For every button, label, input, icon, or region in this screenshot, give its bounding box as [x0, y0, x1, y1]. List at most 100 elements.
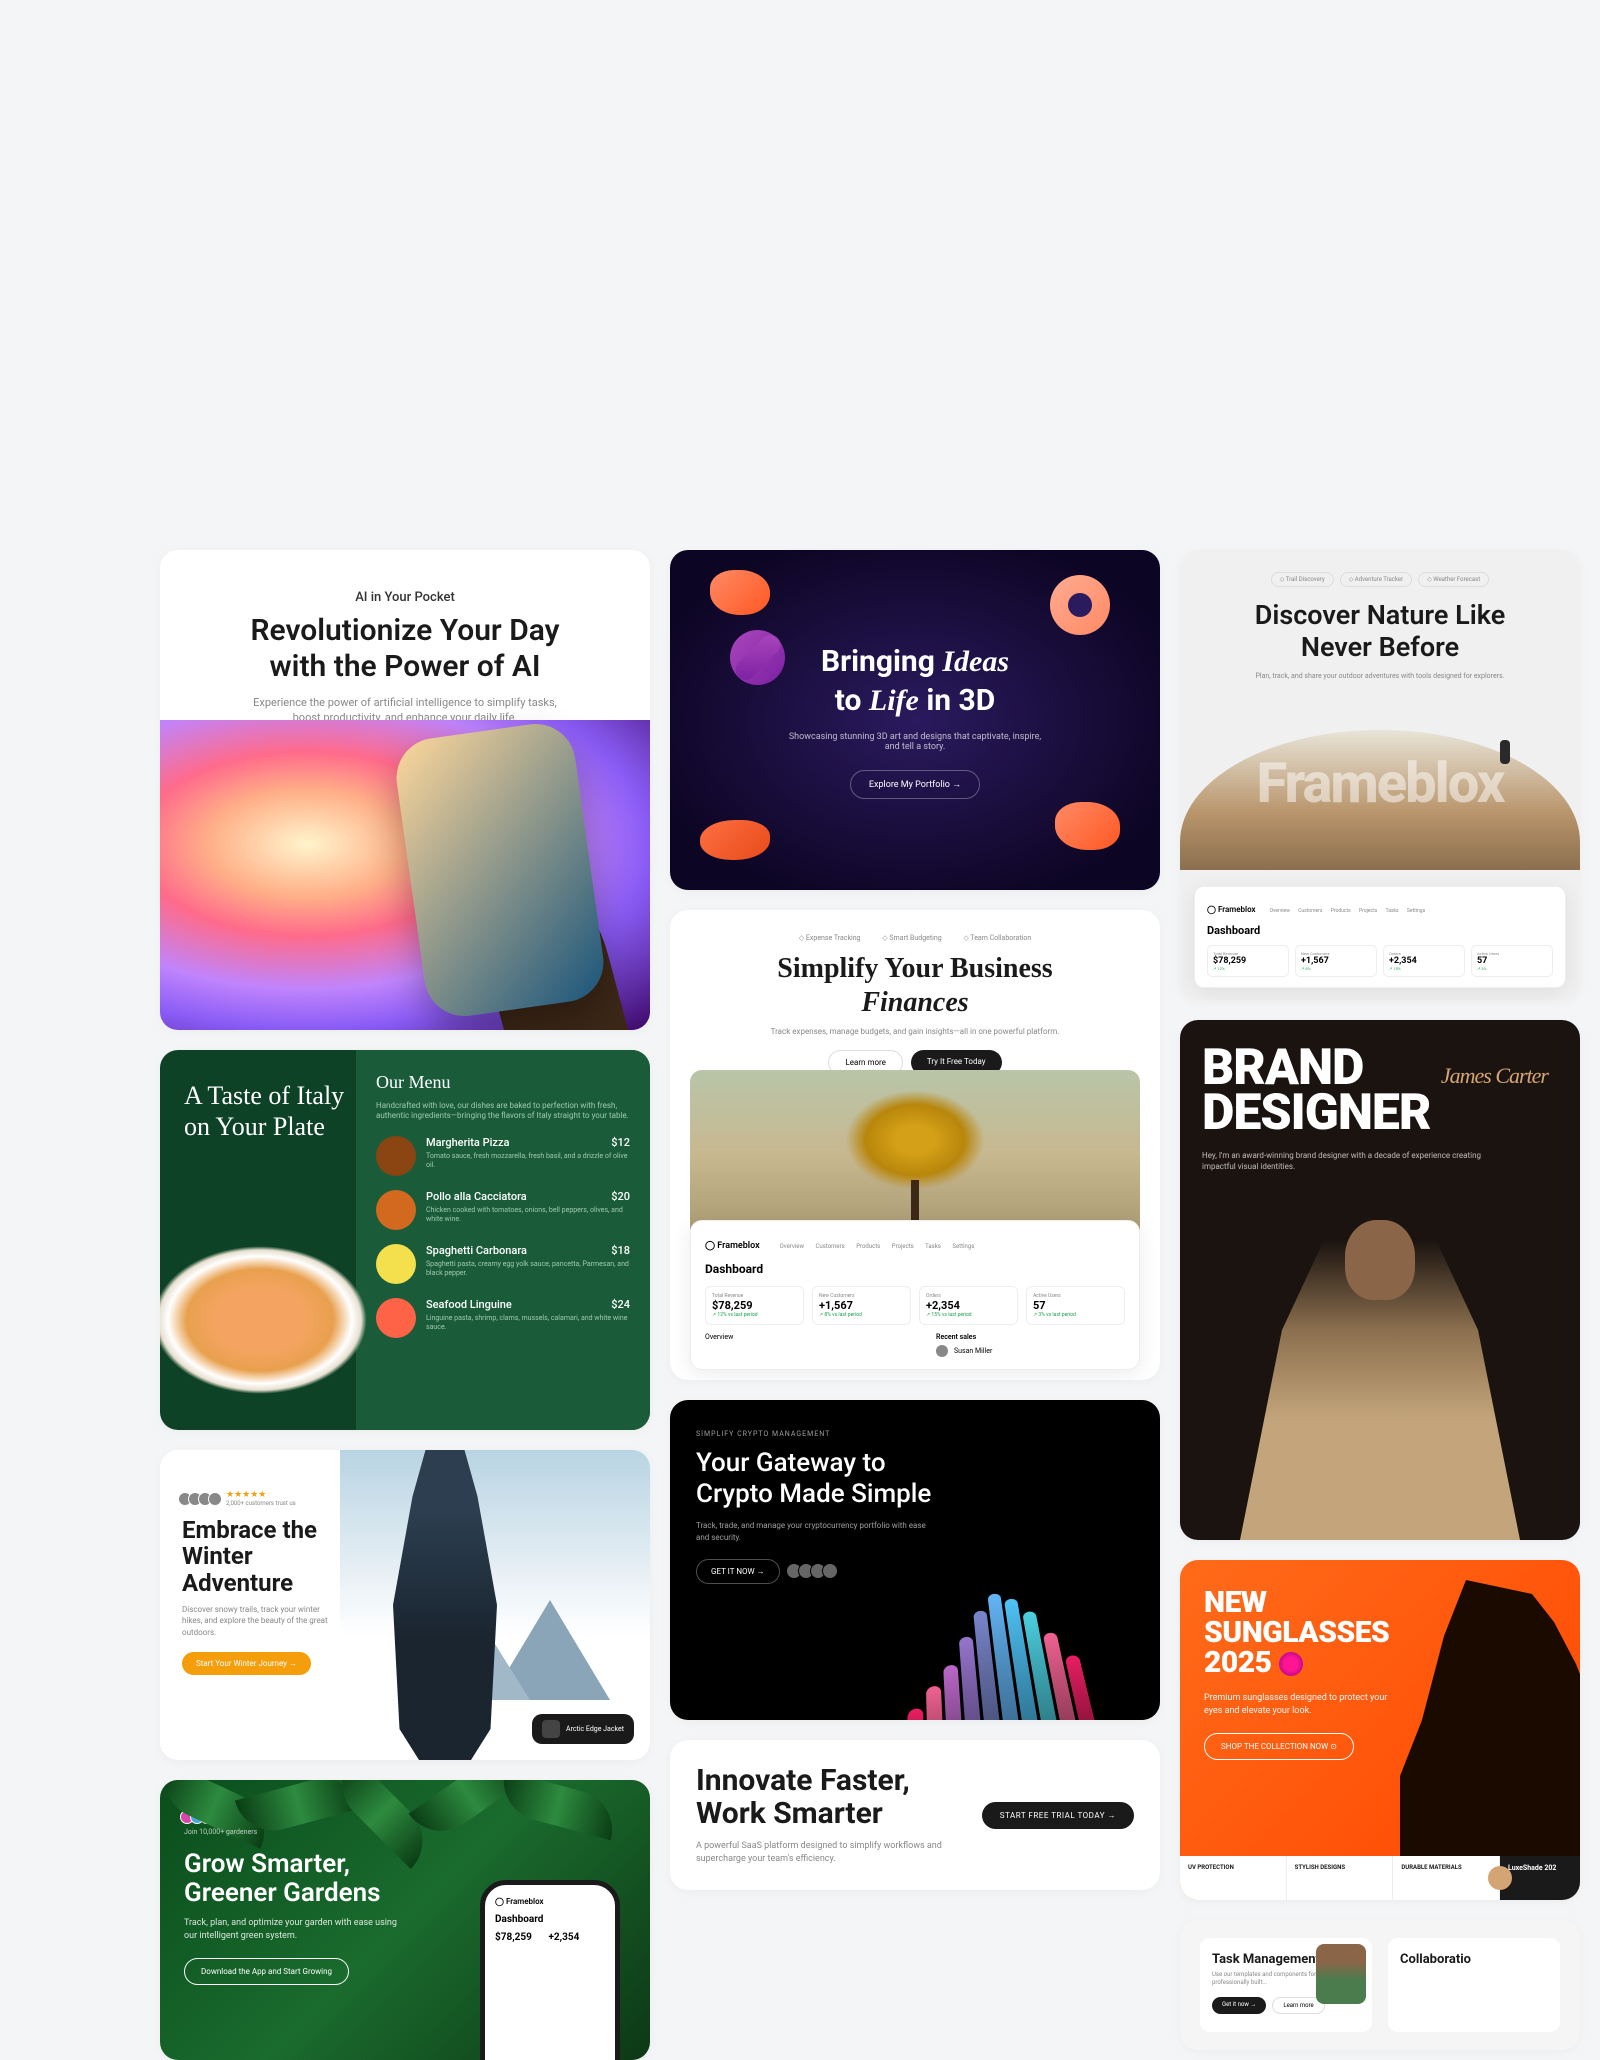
- strip-item: STYLISH DESIGNS: [1287, 1856, 1394, 1900]
- card-subtitle: A powerful SaaS platform designed to sim…: [696, 1840, 976, 1865]
- designer-head: [1345, 1220, 1415, 1300]
- card-subtitle: Track expenses, manage budgets, and gain…: [670, 1027, 1160, 1036]
- card-crypto[interactable]: SIMPLIFY CRYPTO MANAGEMENT Your Gateway …: [670, 1400, 1160, 1720]
- hiker-silhouette: [1500, 740, 1510, 764]
- card-title: Discover Nature Like Never Before: [1180, 587, 1580, 664]
- card-winter[interactable]: ★★★★★ 2,000+ customers trust us Embrace …: [160, 1450, 650, 1760]
- strip-item: UV PROTECTION: [1180, 1856, 1287, 1900]
- rating-text: 2,000+ customers trust us: [226, 1500, 296, 1507]
- avatar: [936, 1345, 948, 1357]
- card-ai-pocket[interactable]: AI in Your Pocket Revolutionize Your Day…: [160, 550, 650, 1030]
- card-task-management[interactable]: Task Management Use our templates and co…: [1180, 1920, 1580, 2050]
- card-nature[interactable]: ◇ Trail Discovery ◇ Adventure Tracker ◇ …: [1180, 550, 1580, 1000]
- column-1: AI in Your Pocket Revolutionize Your Day…: [160, 550, 650, 2060]
- rating-row: ★★★★★ 2,000+ customers trust us: [182, 1490, 342, 1507]
- card-title: Embrace the Winter Adventure: [182, 1517, 342, 1596]
- stat-card: New Customers +1,567 ↗ 8% vs last period: [812, 1286, 911, 1325]
- stat-card: Total Revenue $78,259 ↗ 12%: [1207, 945, 1289, 977]
- italy-left: A Taste of Italy on Your Plate: [160, 1050, 356, 1430]
- stat-card: New Customers +1,567 ↗ 8%: [1295, 945, 1377, 977]
- explore-portfolio-button[interactable]: Explore My Portfolio →: [850, 770, 980, 799]
- menu-item[interactable]: Seafood Linguine$24 Linguine pasta, shri…: [376, 1298, 630, 1338]
- face-avatar: [1488, 1866, 1512, 1890]
- dish-image: [376, 1190, 416, 1230]
- menu-panel: Our Menu Handcrafted with love, our dish…: [356, 1050, 650, 1430]
- card-italy[interactable]: A Taste of Italy on Your Plate Our Menu …: [160, 1050, 650, 1430]
- star-rating: ★★★★★: [226, 1490, 296, 1500]
- menu-heading: Our Menu: [376, 1072, 630, 1093]
- card-sunglasses[interactable]: NEW SUNGLASSES 2025 Premium sunglasses d…: [1180, 1560, 1580, 1900]
- card-title: Revolutionize Your Day with the Power of…: [160, 605, 650, 685]
- avatar-caption: Join 10,000+ gardeners: [184, 1828, 626, 1836]
- card-subtitle: Showcasing stunning 3D art and designs t…: [785, 732, 1045, 752]
- card-title: BRAND DESIGNER James Carter: [1202, 1046, 1558, 1136]
- blob-shape: [730, 630, 785, 685]
- shop-collection-button[interactable]: SHOP THE COLLECTION NOW ⊙: [1204, 1733, 1354, 1760]
- start-trial-button[interactable]: START FREE TRIAL TODAY →: [982, 1802, 1134, 1829]
- card-subtitle: Track, plan, and optimize your garden wi…: [184, 1917, 404, 1942]
- stat-card: Active Users 57 ↗ 3% vs last period: [1026, 1286, 1125, 1325]
- start-journey-button[interactable]: Start Your Winter Journey →: [182, 1652, 311, 1675]
- feature-tags: ◇ Trail Discovery ◇ Adventure Tracker ◇ …: [1180, 550, 1580, 587]
- stat-card: Orders +2,354 ↗ 15%: [1383, 945, 1465, 977]
- avatar-stack: [182, 1492, 222, 1506]
- blob-shape: [710, 570, 770, 615]
- eyebrow: AI in Your Pocket: [160, 550, 650, 605]
- dashboard-title: Dashboard: [1207, 924, 1553, 937]
- card-brand-designer[interactable]: BRAND DESIGNER James Carter Hey, I'm an …: [1180, 1020, 1580, 1540]
- strip-product: LuxeShade 202: [1500, 1856, 1580, 1900]
- avatar: [200, 1810, 214, 1824]
- menu-item[interactable]: Pollo alla Cacciatora$20 Chicken cooked …: [376, 1190, 630, 1230]
- avatar-stack: [790, 1563, 838, 1579]
- menu-item[interactable]: Margherita Pizza$12 Tomato sauce, fresh …: [376, 1136, 630, 1176]
- stats-row: Total Revenue $78,259 ↗ 12% vs last peri…: [705, 1286, 1125, 1325]
- dashboard-title: Dashboard: [705, 1262, 1125, 1276]
- blob-shape: [700, 820, 770, 860]
- watermark-text: Frameblox: [1180, 750, 1580, 816]
- eyebrow-tag: SIMPLIFY CRYPTO MANAGEMENT: [696, 1430, 1134, 1438]
- menu-item[interactable]: Spaghetti Carbonara$18 Spaghetti pasta, …: [376, 1244, 630, 1284]
- dashboard-mockup: ◯ Frameblox Overview Customers Products …: [690, 1220, 1140, 1370]
- feature-strip: UV PROTECTION STYLISH DESIGNS DURABLE MA…: [1180, 1856, 1580, 1900]
- card-innovate[interactable]: Innovate Faster, Work Smarter A powerful…: [670, 1740, 1160, 1890]
- dish-image: [376, 1136, 416, 1176]
- card-finances[interactable]: ◇ Expense Tracking ◇ Smart Budgeting ◇ T…: [670, 910, 1160, 1380]
- card-gardens[interactable]: Join 10,000+ gardeners Grow Smarter, Gre…: [160, 1780, 650, 2060]
- card-subtitle: Plan, track, and share your outdoor adve…: [1180, 672, 1580, 680]
- avatar: [208, 1492, 222, 1506]
- get-it-now-button[interactable]: Get it now →: [1212, 1997, 1266, 2014]
- card-title: Your Gateway to Crypto Made Simple: [696, 1448, 936, 1510]
- box-title: Collaboratio: [1400, 1952, 1548, 1967]
- card-subtitle: Hey, I'm an award-winning brand designer…: [1202, 1150, 1482, 1172]
- feature-box: Task Management Use our templates and co…: [1200, 1938, 1372, 2032]
- pasta-plate-image: [160, 1230, 390, 1410]
- stat-card: Active Users 57 ↗ 3%: [1471, 945, 1553, 977]
- face-emoji-icon: [1279, 1652, 1303, 1676]
- card-subtitle: Premium sunglasses designed to protect y…: [1204, 1692, 1404, 1717]
- dashboard-mockup: ◯ Frameblox Overview Customers Products …: [1194, 886, 1566, 988]
- card-title: Bringing Ideas to Life in 3D: [821, 642, 1009, 720]
- brand-label: ◯ Frameblox: [705, 1241, 760, 1251]
- dashboard-nav: Overview Customers Products Projects Tas…: [780, 1243, 985, 1250]
- brand-label: ◯ Frameblox: [1207, 905, 1256, 914]
- get-it-now-button[interactable]: GET IT NOW →: [696, 1559, 780, 1584]
- column-3: ◇ Trail Discovery ◇ Adventure Tracker ◇ …: [1180, 550, 1580, 2060]
- card-subtitle: Discover snowy trails, track your winter…: [182, 1604, 342, 1638]
- recent-sales-label: Recent sales: [936, 1333, 1125, 1341]
- card-title: Innovate Faster, Work Smarter: [696, 1764, 976, 1830]
- blob-shape: [1055, 802, 1120, 850]
- card-title: Simplify Your Business Finances: [670, 942, 1160, 1019]
- phone-mockup: ◯ Frameblox Dashboard $78,259 +2,354: [480, 1880, 620, 2060]
- stat-card: Orders +2,354 ↗ 15% vs last period: [919, 1286, 1018, 1325]
- stat-card: Total Revenue $78,259 ↗ 12% vs last peri…: [705, 1286, 804, 1325]
- column-2: Bringing Ideas to Life in 3D Showcasing …: [670, 550, 1160, 2060]
- stats-row: Total Revenue $78,259 ↗ 12% New Customer…: [1207, 945, 1553, 977]
- card-3d-ideas[interactable]: Bringing Ideas to Life in 3D Showcasing …: [670, 550, 1160, 890]
- product-thumb: [542, 1720, 560, 1738]
- product-tag[interactable]: Arctic Edge Jacket: [532, 1714, 634, 1744]
- download-button[interactable]: Download the App and Start Growing: [184, 1958, 349, 1985]
- strip-item: DURABLE MATERIALS: [1393, 1856, 1500, 1900]
- feature-box: Collaboratio: [1388, 1938, 1560, 2032]
- card-title: A Taste of Italy on Your Plate: [184, 1080, 356, 1142]
- dashboard-nav: Overview Customers Products Projects Tas…: [1270, 908, 1433, 914]
